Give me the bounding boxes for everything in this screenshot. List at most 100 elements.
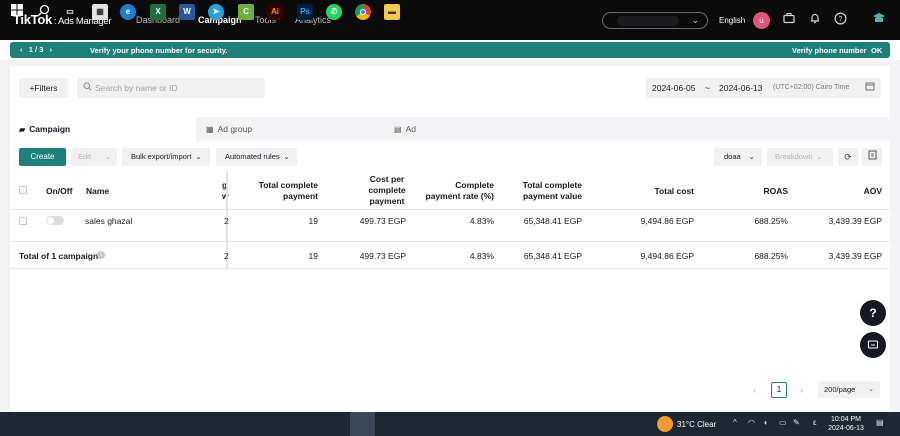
verify-phone-banner: ‹ 1 / 3 › Verify your phone number for s… [10,42,890,58]
chevron-down-icon: ⌄ [195,154,202,161]
row-checkbox[interactable] [19,217,27,225]
language-indicator[interactable]: ε [813,418,817,427]
info-icon: i [97,251,105,259]
create-button[interactable]: Create [19,148,66,166]
briefcase-icon[interactable] [781,12,797,28]
total-label: Total of 1 campaign [19,251,99,261]
volume-icon[interactable]: ◖ [763,418,768,427]
illustrator-icon[interactable]: Ai [267,4,283,20]
file-explorer-icon[interactable]: ▬ [384,4,400,20]
clock-date: 2024-06-13 [828,425,864,432]
total-cost-per-complete-payment: 499.73 EGP [359,251,406,261]
tab-ad-group[interactable]: ▦ Ad group [206,124,252,134]
total-aov: 3,439.39 EGP [828,251,882,261]
avatar[interactable]: u [753,12,770,29]
chat-float-button[interactable] [860,332,886,358]
clock-time: 10:04 PM [831,416,861,423]
total-row-divider [10,268,890,269]
header-roas[interactable]: ROAS [730,186,788,197]
header-cost-per-complete-payment[interactable]: Cost per complete payment [356,174,418,207]
campaign-name-link[interactable]: sales ghazal [85,216,132,226]
automated-rules-button[interactable]: Automated rules ⌄ [216,148,297,166]
chrome-icon[interactable] [355,4,371,20]
bulk-label: Bulk export/import [131,152,192,161]
search-input[interactable] [95,81,260,95]
store-icon[interactable]: ▦ [92,4,108,20]
weather-text[interactable]: 31°C Clear [677,420,716,429]
banner-ok-button[interactable]: OK [871,46,882,55]
pen-icon[interactable]: ✎ [793,418,800,427]
chevron-left-icon[interactable]: ‹ [20,45,23,54]
header-total-complete-payment[interactable]: Total complete payment [240,180,318,202]
edit-label: Edit [78,152,91,161]
task-view-icon[interactable]: ▭ [62,4,78,20]
date-end: 2024-06-13 [719,83,763,93]
header-aov[interactable]: AOV [820,186,882,197]
header-total-complete-payment-value[interactable]: Total complete payment value [500,180,582,202]
tutorial-icon[interactable] [871,12,887,28]
prev-page-icon[interactable]: ‹ [753,385,756,395]
search-icon[interactable] [35,4,51,20]
grid-icon: ▦ [206,125,214,134]
camtasia-icon[interactable]: C [238,4,254,20]
taskbar-clock[interactable]: 10:04 PM 2024-06-13 [826,415,866,433]
filters-button[interactable]: +Filters [19,78,68,98]
tab-campaign[interactable]: ▰ Campaign [19,124,70,134]
campaign-status-toggle[interactable] [46,216,64,225]
notification-icon[interactable]: ▤ [876,418,884,427]
help-float-button[interactable]: ? [860,300,886,326]
windows-start-icon[interactable] [9,4,25,20]
header-complete-payment-rate[interactable]: Complete payment rate (%) [415,180,495,202]
export-icon[interactable] [862,148,882,166]
bell-icon[interactable] [807,12,823,28]
date-separator: ~ [705,83,710,93]
banner-pager[interactable]: ‹ 1 / 3 › [20,45,52,54]
total-complete-payment: 19 [308,251,318,261]
wifi-icon[interactable]: ◠ [748,418,755,427]
whatsapp-icon[interactable]: ✆ [326,4,342,20]
breakdown-select[interactable]: Breakdown ⌄ [767,148,833,166]
select-all-checkbox[interactable] [19,186,27,194]
refresh-icon[interactable]: ⟳ [838,148,858,166]
row-divider [10,241,890,242]
chevron-down-icon: ⌄ [691,15,699,25]
photoshop-icon[interactable]: Ps [297,4,313,20]
edit-button[interactable]: Edit ⌄ [71,148,117,166]
chevron-up-icon[interactable]: ^ [733,418,737,427]
search-box [77,78,265,98]
svg-text:?: ? [838,16,842,23]
next-page-icon[interactable]: › [800,385,803,395]
excel-icon[interactable]: X [150,4,166,20]
search-icon [83,82,92,93]
custom-view-select[interactable]: doaa ⌄ [714,148,762,166]
row-complete-payment-rate: 4.83% [469,216,494,226]
verify-phone-link[interactable]: Verify phone number [792,46,867,55]
telegram-icon[interactable]: ➤ [208,4,224,20]
tab-campaign-label: Campaign [29,124,71,134]
battery-icon[interactable]: ▭ [779,418,787,427]
header-total-cost[interactable]: Total cost [620,186,694,197]
tab-ad[interactable]: ▤ Ad [394,124,416,134]
banner-message: Verify your phone number for security. [90,46,228,55]
edge-icon[interactable]: e [120,4,136,20]
total-partial-value: 2 [224,251,229,261]
page-number[interactable]: 1 [771,382,787,398]
word-icon[interactable]: W [179,4,195,20]
help-icon[interactable]: ? [832,12,848,28]
row-cost-per-complete-payment: 499.73 EGP [359,216,406,226]
page-size-label: 200/page [824,385,856,394]
chevron-down-icon: ⌄ [868,386,874,393]
bulk-export-import-button[interactable]: Bulk export/import ⌄ [122,148,210,166]
language-selector[interactable]: English [719,16,745,25]
timezone-label: (UTC+02:00) Cairo Time [773,84,850,91]
total-complete-payment-value: 65,348.41 EGP [523,251,582,261]
header-name[interactable]: Name [86,186,109,197]
account-selector[interactable]: ⌄ [602,12,708,29]
date-range-picker[interactable]: 2024-06-05 ~ 2024-06-13 (UTC+02:00) Cair… [646,78,881,98]
chevron-right-icon[interactable]: › [50,45,53,54]
top-nav: TikTok: Ads Manager Dashboard Campaign T… [0,0,900,40]
document-icon: ▤ [394,125,402,134]
row-aov: 3,439.39 EGP [828,216,882,226]
page-size-select[interactable]: 200/page ⌄ [818,381,880,398]
date-start: 2024-06-05 [652,83,696,93]
